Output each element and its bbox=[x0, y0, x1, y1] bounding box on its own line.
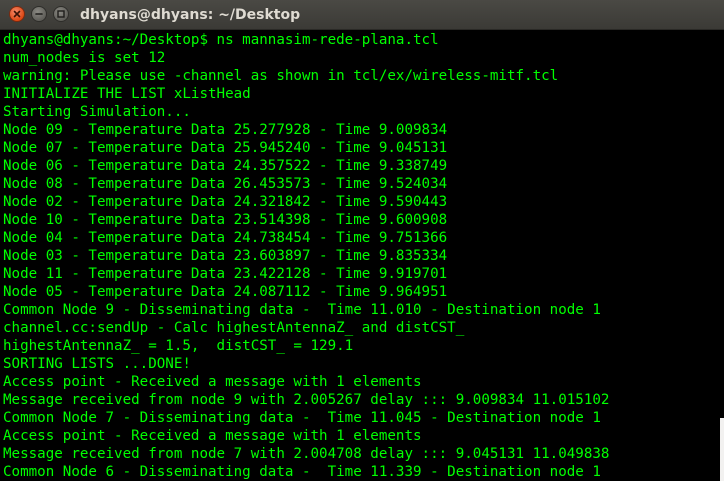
terminal-line: Node 04 - Temperature Data 24.738454 - T… bbox=[3, 230, 448, 246]
terminal-line: Node 06 - Temperature Data 24.357522 - T… bbox=[3, 158, 448, 174]
terminal-line: channel.cc:sendUp - Calc highestAntennaZ… bbox=[3, 320, 465, 336]
maximize-icon bbox=[57, 10, 65, 18]
terminal-line: INITIALIZE THE LIST xListHead bbox=[3, 86, 251, 102]
terminal-line: Node 03 - Temperature Data 23.603897 - T… bbox=[3, 248, 448, 264]
maximize-button[interactable] bbox=[53, 6, 69, 22]
title-bar[interactable]: dhyans@dhyans: ~/Desktop bbox=[0, 0, 724, 30]
scrollbar[interactable] bbox=[720, 30, 724, 481]
close-icon bbox=[13, 10, 21, 18]
terminal-output: dhyans@dhyans:~/Desktop$ ns mannasim-red… bbox=[3, 31, 609, 481]
terminal-line: Common Node 7 - Disseminating data - Tim… bbox=[3, 410, 601, 426]
terminal-line: Common Node 9 - Disseminating data - Tim… bbox=[3, 302, 601, 318]
terminal-line: SORTING LISTS ...DONE! bbox=[3, 356, 191, 372]
terminal-line: Node 02 - Temperature Data 24.321842 - T… bbox=[3, 194, 448, 210]
terminal-output-area[interactable]: dhyans@dhyans:~/Desktop$ ns mannasim-red… bbox=[0, 30, 720, 481]
window-title: dhyans@dhyans: ~/Desktop bbox=[80, 7, 301, 23]
terminal-line: Access point - Received a message with 1… bbox=[3, 374, 422, 390]
terminal-line: Node 11 - Temperature Data 23.422128 - T… bbox=[3, 266, 448, 282]
terminal-line: Node 10 - Temperature Data 23.514398 - T… bbox=[3, 212, 448, 228]
terminal-line: Node 05 - Temperature Data 24.087112 - T… bbox=[3, 284, 448, 300]
minimize-icon bbox=[35, 13, 43, 15]
terminal-line: Message received from node 7 with 2.0047… bbox=[3, 446, 610, 462]
terminal-line: Starting Simulation... bbox=[3, 104, 191, 120]
terminal-line: highestAntennaZ_ = 1.5, distCST_ = 129.1 bbox=[3, 338, 354, 354]
terminal-line: Node 08 - Temperature Data 26.453573 - T… bbox=[3, 176, 448, 192]
terminal-line: warning: Please use -channel as shown in… bbox=[3, 68, 559, 84]
terminal-line: Common Node 6 - Disseminating data - Tim… bbox=[3, 464, 601, 480]
terminal-line: Access point - Received a message with 1… bbox=[3, 428, 422, 444]
terminal-line: Message received from node 9 with 2.0052… bbox=[3, 392, 610, 408]
terminal-window: dhyans@dhyans: ~/Desktop dhyans@dhyans:~… bbox=[0, 0, 724, 481]
terminal-line: Node 09 - Temperature Data 25.277928 - T… bbox=[3, 122, 448, 138]
close-button[interactable] bbox=[9, 6, 25, 22]
terminal-line: Node 07 - Temperature Data 25.945240 - T… bbox=[3, 140, 448, 156]
terminal-line: dhyans@dhyans:~/Desktop$ ns mannasim-red… bbox=[3, 32, 439, 48]
terminal-line: num_nodes is set 12 bbox=[3, 50, 166, 66]
scrollbar-thumb[interactable] bbox=[720, 418, 724, 481]
minimize-button[interactable] bbox=[31, 6, 47, 22]
